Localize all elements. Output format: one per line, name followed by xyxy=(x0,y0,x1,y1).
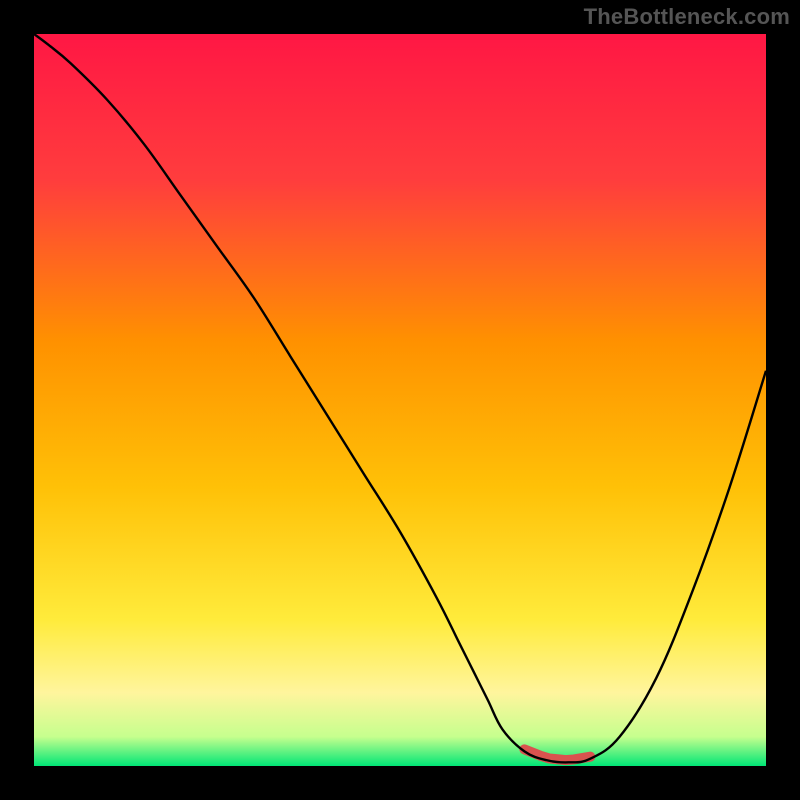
watermark-text: TheBottleneck.com xyxy=(584,4,790,30)
bottleneck-chart: TheBottleneck.com xyxy=(0,0,800,800)
plot-area xyxy=(34,34,766,766)
chart-svg xyxy=(0,0,800,800)
